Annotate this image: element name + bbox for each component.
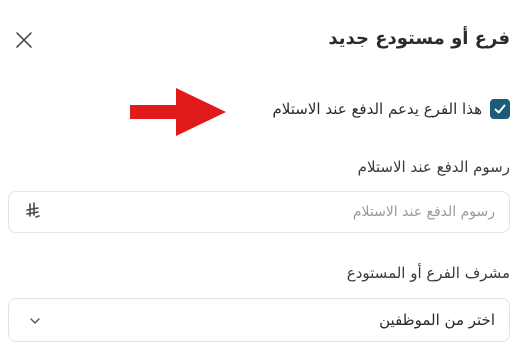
saudi-riyal-icon	[25, 202, 41, 224]
cod-checkbox[interactable]	[490, 99, 510, 119]
supervisor-select-value: اختر من الموظفين	[379, 311, 495, 329]
supervisor-select[interactable]: اختر من الموظفين	[8, 298, 510, 342]
cod-checkbox-label: هذا الفرع يدعم الدفع عند الاستلام	[272, 100, 483, 118]
modal-title: فرع أو مستودع جديد	[328, 28, 510, 49]
supervisor-label: مشرف الفرع أو المستودع	[346, 264, 510, 282]
cod-fee-label: رسوم الدفع عند الاستلام	[357, 158, 510, 176]
annotation-arrow-icon	[130, 88, 226, 136]
close-icon[interactable]	[12, 28, 36, 52]
new-branch-modal: فرع أو مستودع جديد هذا الفرع يدعم الدفع …	[0, 0, 530, 353]
chevron-down-icon	[29, 315, 41, 327]
cod-checkbox-row[interactable]: هذا الفرع يدعم الدفع عند الاستلام	[272, 99, 510, 119]
cod-fee-input[interactable]: رسوم الدفع عند الاستلام	[8, 191, 510, 233]
check-icon	[494, 104, 506, 114]
cod-fee-placeholder: رسوم الدفع عند الاستلام	[352, 204, 495, 220]
